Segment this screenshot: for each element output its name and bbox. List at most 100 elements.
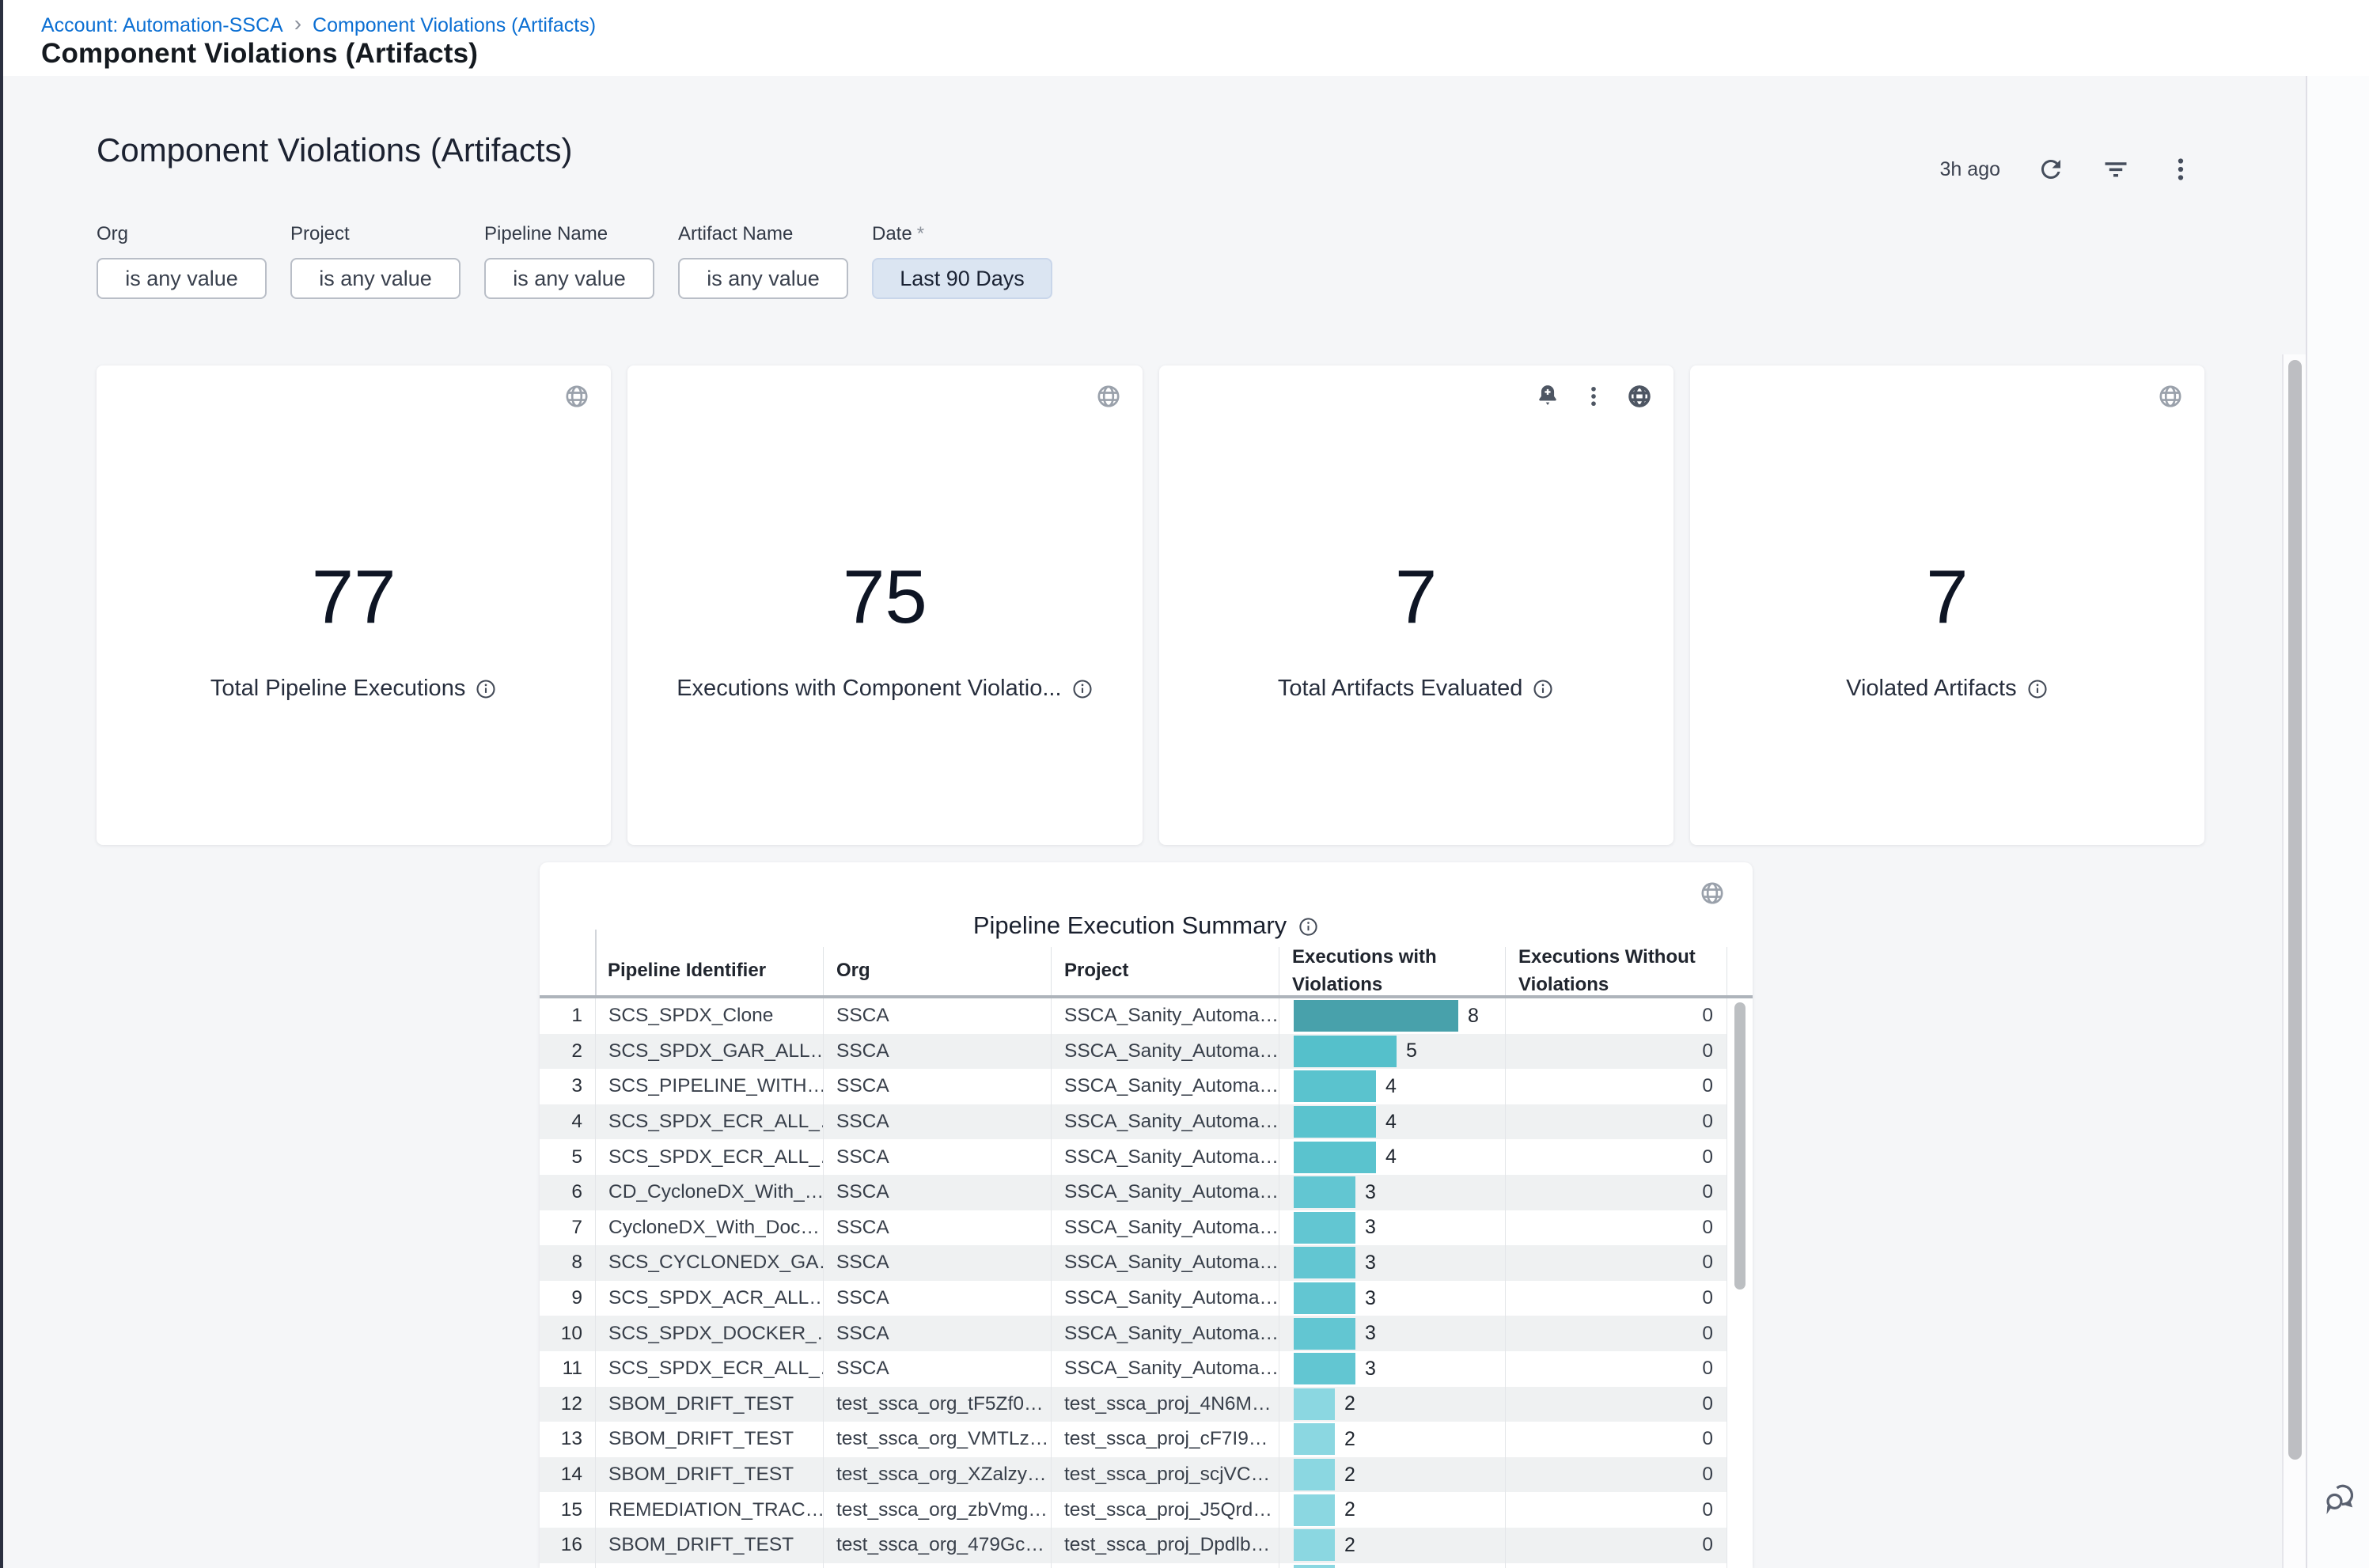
globe-icon[interactable] — [1626, 383, 1653, 410]
column-header-org[interactable]: Org — [823, 947, 1051, 995]
table-row[interactable]: 3SCS_PIPELINE_WITH…SSCASSCA_Sanity_Autom… — [540, 1069, 1727, 1104]
page-scrollbar-thumb[interactable] — [2288, 360, 2302, 1460]
stat-label-row: Executions with Component Violatio... — [627, 676, 1142, 702]
org-cell: test_ssca_org_VMTLz… — [823, 1422, 1051, 1457]
filter-value-dropdown[interactable]: Last 90 Days — [872, 258, 1052, 299]
page-scrollbar-track[interactable] — [2282, 354, 2306, 1568]
violations-bar — [1294, 1247, 1355, 1278]
stat-label: Violated Artifacts — [1846, 676, 2016, 702]
globe-icon[interactable] — [563, 383, 590, 410]
table-row[interactable]: 2SCS_SPDX_GAR_ALL…SSCASSCA_Sanity_Automa… — [540, 1034, 1727, 1070]
info-icon[interactable] — [2026, 678, 2049, 700]
table-row[interactable]: 16SBOM_DRIFT_TESTtest_ssca_org_479Gc…tes… — [540, 1528, 1727, 1563]
org-cell: SSCA — [823, 1069, 1051, 1104]
org-cell: SSCA — [823, 1139, 1051, 1175]
without-violations-cell: 0 — [1505, 1457, 1727, 1493]
column-header-without-violations[interactable]: Executions Without Violations — [1505, 947, 1727, 995]
row-index-cell: 1 — [540, 998, 595, 1034]
violations-value: 3 — [1365, 1358, 1376, 1381]
info-icon[interactable] — [1071, 678, 1094, 700]
violations-value: 2 — [1344, 1534, 1355, 1557]
table-row[interactable]: 1SCS_SPDX_CloneSSCASSCA_Sanity_Automa…80 — [540, 998, 1727, 1034]
pipeline-cell: SCS_SPDX_ECR_ALL_… — [595, 1139, 823, 1175]
without-violations-cell: 0 — [1505, 1245, 1727, 1281]
column-header-project[interactable]: Project — [1051, 947, 1279, 995]
info-icon[interactable] — [1532, 678, 1554, 700]
filter-value-dropdown[interactable]: is any value — [97, 258, 267, 299]
table-row[interactable]: 9SCS_SPDX_ACR_ALL…SSCASSCA_Sanity_Automa… — [540, 1281, 1727, 1316]
filter-value-dropdown[interactable]: is any value — [290, 258, 461, 299]
row-index-cell: 5 — [540, 1139, 595, 1175]
tile-icon-row — [1534, 383, 1653, 410]
without-violations-cell: 0 — [1505, 1139, 1727, 1175]
table-row[interactable]: 8SCS_CYCLONEDX_GA…SSCASSCA_Sanity_Automa… — [540, 1245, 1727, 1281]
table-row[interactable]: 4SCS_SPDX_ECR_ALL_…SSCASSCA_Sanity_Autom… — [540, 1104, 1727, 1140]
pipeline-cell: SCS_SPDX_DOCKER_… — [595, 1316, 823, 1351]
globe-icon[interactable] — [1699, 880, 1726, 907]
pipeline-cell: SCS_SPDX_ACR_ALL… — [595, 1281, 823, 1316]
alert-bell-icon[interactable] — [1534, 383, 1561, 410]
breadcrumb-account-link[interactable]: Account: Automation-SSCA — [41, 14, 283, 37]
violations-value: 3 — [1365, 1252, 1376, 1274]
row-index-cell: 9 — [540, 1281, 595, 1316]
project-cell: SSCA_Sanity_Automa… — [1051, 1281, 1279, 1316]
row-index-cell: 7 — [540, 1210, 595, 1246]
table-row[interactable]: 11SCS_SPDX_ECR_ALL_…SSCASSCA_Sanity_Auto… — [540, 1351, 1727, 1387]
filter-icon[interactable] — [2102, 155, 2130, 184]
without-violations-cell: 0 — [1505, 1422, 1727, 1457]
breadcrumb-page-link[interactable]: Component Violations (Artifacts) — [313, 14, 596, 37]
table-row[interactable]: 12SBOM_DRIFT_TESTtest_ssca_org_tF5Zf0…te… — [540, 1387, 1727, 1422]
info-icon[interactable] — [1298, 915, 1319, 937]
violations-bar — [1294, 1176, 1355, 1208]
top-header: Account: Automation-SSCA › Component Vio… — [3, 0, 2369, 76]
table-row[interactable]: 7CycloneDX_With_Doc…SSCASSCA_Sanity_Auto… — [540, 1210, 1727, 1246]
pipeline-cell: SBOM_DRIFT_TEST — [595, 1422, 823, 1457]
filter-date: Date*Last 90 Days — [872, 223, 1052, 299]
with-violations-cell: 4 — [1279, 1104, 1505, 1140]
refresh-icon[interactable] — [2037, 155, 2065, 184]
violations-value: 2 — [1344, 1464, 1355, 1487]
tile-icon-row — [1095, 383, 1122, 410]
filter-label: Artifact Name — [678, 223, 848, 245]
table-row[interactable]: 6CD_CycloneDX_With_…SSCASSCA_Sanity_Auto… — [540, 1175, 1727, 1210]
more-options-kebab-icon[interactable] — [2166, 155, 2195, 184]
with-violations-cell: 4 — [1279, 1069, 1505, 1104]
table-row[interactable]: 15REMEDIATION_TRAC…test_ssca_org_zbVmg…t… — [540, 1492, 1727, 1528]
violations-bar — [1294, 1106, 1376, 1138]
with-violations-cell: 2 — [1279, 1457, 1505, 1493]
row-index-cell: 4 — [540, 1104, 595, 1140]
column-header-with-violations[interactable]: Executions with Violations — [1279, 947, 1505, 995]
stat-value: 7 — [1159, 554, 1673, 641]
with-violations-cell: 2 — [1279, 1563, 1505, 1568]
dashboard-actions: 3h ago — [1940, 155, 2195, 184]
help-chat-icon[interactable] — [2322, 1478, 2358, 1514]
pipeline-cell: SBOM_DRIFT_TEST — [595, 1457, 823, 1493]
filter-value-dropdown[interactable]: is any value — [678, 258, 848, 299]
column-header-pipeline[interactable]: Pipeline Identifier — [595, 947, 823, 995]
row-index-cell: 13 — [540, 1422, 595, 1457]
violations-bar — [1294, 1353, 1355, 1384]
violations-bar — [1294, 1459, 1335, 1490]
dashboard-area: Component Violations (Artifacts) 3h ago … — [3, 76, 2306, 1568]
row-index-cell: 17 — [540, 1563, 595, 1568]
violations-value: 2 — [1344, 1498, 1355, 1521]
collapsed-nav-edge — [0, 0, 3, 1568]
table-row[interactable]: 13SBOM_DRIFT_TESTtest_ssca_org_VMTLz…tes… — [540, 1422, 1727, 1457]
row-index-cell: 8 — [540, 1245, 595, 1281]
with-violations-cell: 3 — [1279, 1316, 1505, 1351]
filter-value-dropdown[interactable]: is any value — [484, 258, 654, 299]
globe-icon[interactable] — [1095, 383, 1122, 410]
info-icon[interactable] — [475, 678, 497, 700]
table-title-row: Pipeline Execution Summary — [540, 911, 1753, 940]
filter-bar: Orgis any valueProjectis any valuePipeli… — [97, 223, 1052, 299]
table-row[interactable]: 14SBOM_DRIFT_TESTtest_ssca_org_XZalzy…te… — [540, 1457, 1727, 1493]
table-scrollbar-thumb[interactable] — [1734, 1002, 1745, 1290]
violations-bar — [1294, 1423, 1335, 1455]
violations-value: 5 — [1406, 1040, 1417, 1062]
table-row[interactable]: 5SCS_SPDX_ECR_ALL_…SSCASSCA_Sanity_Autom… — [540, 1139, 1727, 1175]
table-row[interactable]: 17Container_Orchestrat…SSCASSCA_Sanity_A… — [540, 1563, 1727, 1568]
globe-icon[interactable] — [2157, 383, 2184, 410]
violations-value: 3 — [1365, 1287, 1376, 1310]
table-row[interactable]: 10SCS_SPDX_DOCKER_…SSCASSCA_Sanity_Autom… — [540, 1316, 1727, 1351]
more-options-kebab-icon[interactable] — [1580, 383, 1607, 410]
